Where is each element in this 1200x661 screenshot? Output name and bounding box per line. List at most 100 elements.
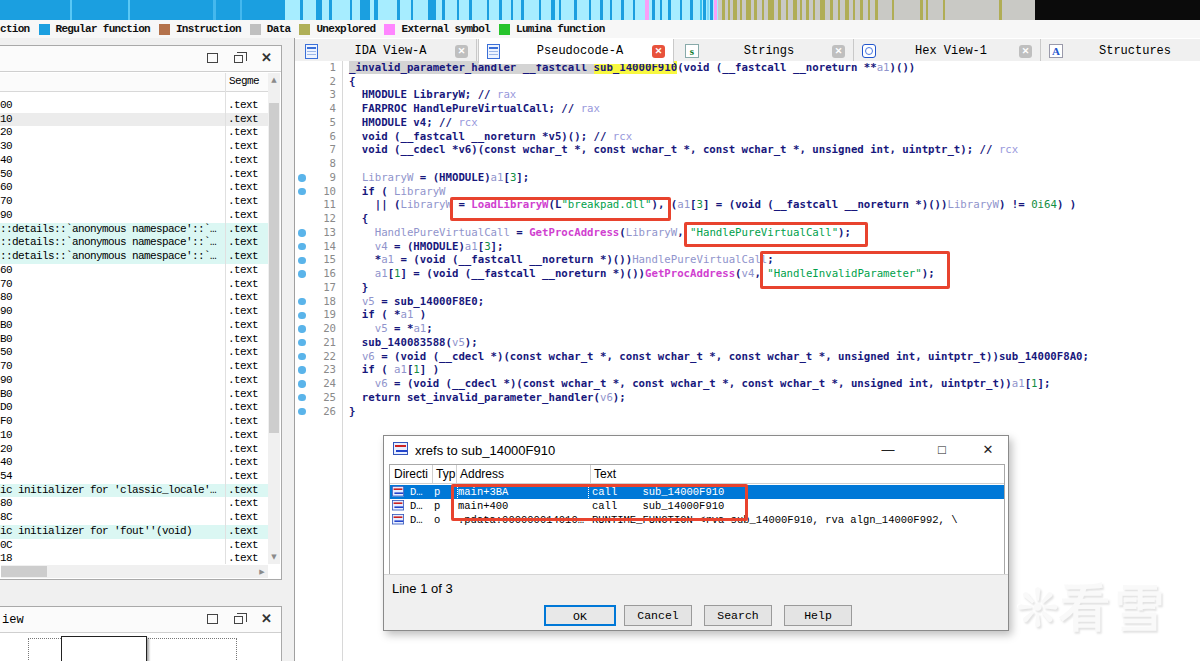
line-number: 22 [295,350,336,364]
legend-item: Regular function [30,23,150,35]
code-line: 5 HMODULE v4; // rcx [295,116,1200,130]
function-row[interactable]: 18.text [0,552,268,564]
function-row[interactable]: 90.text [0,374,268,388]
tab-label: Structures [1070,44,1200,58]
code-line: 15 *a1 = (void (__fastcall __noreturn *)… [295,253,1200,267]
code-line: 11 || (LibraryW = LoadLibraryW(L"breakpa… [295,198,1200,212]
function-row[interactable]: 90.text [0,305,268,319]
legend-color-swatch [39,24,50,35]
view-icon [487,44,502,59]
line-number: 17 [295,281,336,295]
function-row[interactable]: D0.text [0,401,268,415]
tab-ida-view-a[interactable]: IDA View-A✕ [297,39,477,63]
hex-view-icon [862,44,877,59]
function-row[interactable]: 50.text [0,168,268,182]
function-row[interactable]: 00.text [0,99,268,113]
help-button[interactable]: Help [784,605,852,626]
segment-column-header[interactable]: Segme [229,75,259,87]
minimize-icon[interactable]: — [880,442,896,457]
legend-item-truncated: ction [0,23,30,35]
search-button[interactable]: Search [704,605,772,626]
line-number: 25 [295,391,336,405]
tab-close-icon[interactable]: ✕ [832,45,845,58]
line-number: 3 [295,88,336,102]
function-row[interactable]: B0.text [0,333,268,347]
function-row[interactable]: 20.text [0,443,268,457]
function-row[interactable]: ::details::`anonymous namespace'::`….tex… [0,236,268,250]
function-row[interactable]: 0C.text [0,539,268,553]
function-row[interactable]: ::details::`anonymous namespace'::`….tex… [0,223,268,237]
tab-hex-view-1[interactable]: Hex View-1✕ [854,39,1041,63]
restore-icon[interactable] [207,612,221,626]
function-row[interactable]: 70.text [0,360,268,374]
overview-viewport-box[interactable] [61,636,147,661]
col-text[interactable]: Text [594,467,616,481]
line-number: 15 [295,253,336,267]
horizontal-scrollbar[interactable]: ▶ [1,565,268,578]
function-row[interactable]: 40.text [0,456,268,470]
col-address[interactable]: Address [460,467,504,481]
function-row[interactable]: 10.text [0,113,268,127]
function-row[interactable]: 40.text [0,154,268,168]
float-icon[interactable] [234,51,248,65]
overview-content[interactable] [0,634,281,661]
overview-titlebar: iew ✕ [0,607,281,633]
strings-icon: s [685,44,700,59]
function-row[interactable]: B0.text [0,319,268,333]
line-number: 14 [295,240,336,254]
code-line: 24 v6 = (void (__cdecl *)(const wchar_t … [295,377,1200,391]
annotation-box [451,484,748,521]
function-row[interactable]: F0.text [0,415,268,429]
legend-color-swatch [499,24,510,35]
tab-close-icon[interactable]: ✕ [455,45,468,58]
scroll-down-icon[interactable]: ▼ [268,551,280,563]
function-row[interactable]: 70.text [0,195,268,209]
function-row[interactable]: 10.text [0,429,268,443]
xrefs-dialog-icon [393,442,409,457]
close-icon[interactable]: ✕ [261,51,275,65]
annotation-box [684,222,868,247]
scroll-up-icon[interactable]: ▲ [268,74,280,86]
legend-item: Lumina function [490,23,605,35]
vertical-scrollbar[interactable]: ▲ ▼ [268,73,280,564]
function-row[interactable]: 60.text [0,264,268,278]
function-row[interactable]: 30.text [0,140,268,154]
close-icon[interactable]: ✕ [261,612,275,626]
ida-pro-window: ctionRegular functionInstructionDataUnex… [0,0,1200,661]
col-type[interactable]: Typ [436,467,455,481]
restore-icon[interactable] [207,51,221,65]
tab-strings[interactable]: sStrings✕ [677,39,854,63]
scroll-right-icon[interactable]: ▶ [256,566,268,578]
code-line: 4 FARPROC HandlePureVirtualCall; // rax [295,102,1200,116]
code-line: 23 if ( a1[1] ) [295,363,1200,377]
function-row[interactable]: 90.text [0,209,268,223]
function-row[interactable]: 50.text [0,346,268,360]
function-row[interactable]: 20.text [0,126,268,140]
float-icon[interactable] [234,612,248,626]
function-row[interactable]: 8C.text [0,511,268,525]
maximize-icon[interactable]: □ [934,442,950,457]
function-row[interactable]: ic initializer for 'fout''(void).text [0,525,268,539]
cancel-button[interactable]: Cancel [624,605,692,626]
line-number: 1 [295,61,336,75]
ok-button[interactable]: OK [544,605,616,626]
function-row[interactable]: 54.text [0,470,268,484]
function-row[interactable]: ::details::`anonymous namespace'::`….tex… [0,250,268,264]
graph-overview-panel: iew ✕ [0,606,282,661]
function-row[interactable]: ic initializer for 'classic_locale'….tex… [0,484,268,498]
navigation-band[interactable] [0,0,1200,20]
col-direction[interactable]: Directi [394,467,428,481]
tab-close-icon[interactable]: ✕ [1019,45,1032,58]
function-row[interactable]: 70.text [0,278,268,292]
xrefs-dialog-titlebar[interactable]: xrefs to sub_14000F910 — □ ✕ [384,436,1008,464]
function-row[interactable]: B0.text [0,388,268,402]
function-row[interactable]: 60.text [0,181,268,195]
tab-pseudocode-a[interactable]: Pseudocode-A✕ [478,39,674,64]
tab-structures[interactable]: AStructures [1041,39,1200,63]
function-row[interactable]: 80.text [0,497,268,511]
close-icon[interactable]: ✕ [980,442,996,457]
tab-close-icon[interactable]: ✕ [652,45,665,58]
function-row[interactable]: 80.text [0,291,268,305]
xrefs-dialog: xrefs to sub_14000F910 — □ ✕ Directi Typ… [383,435,1009,631]
code-line: 26} [295,405,1200,419]
